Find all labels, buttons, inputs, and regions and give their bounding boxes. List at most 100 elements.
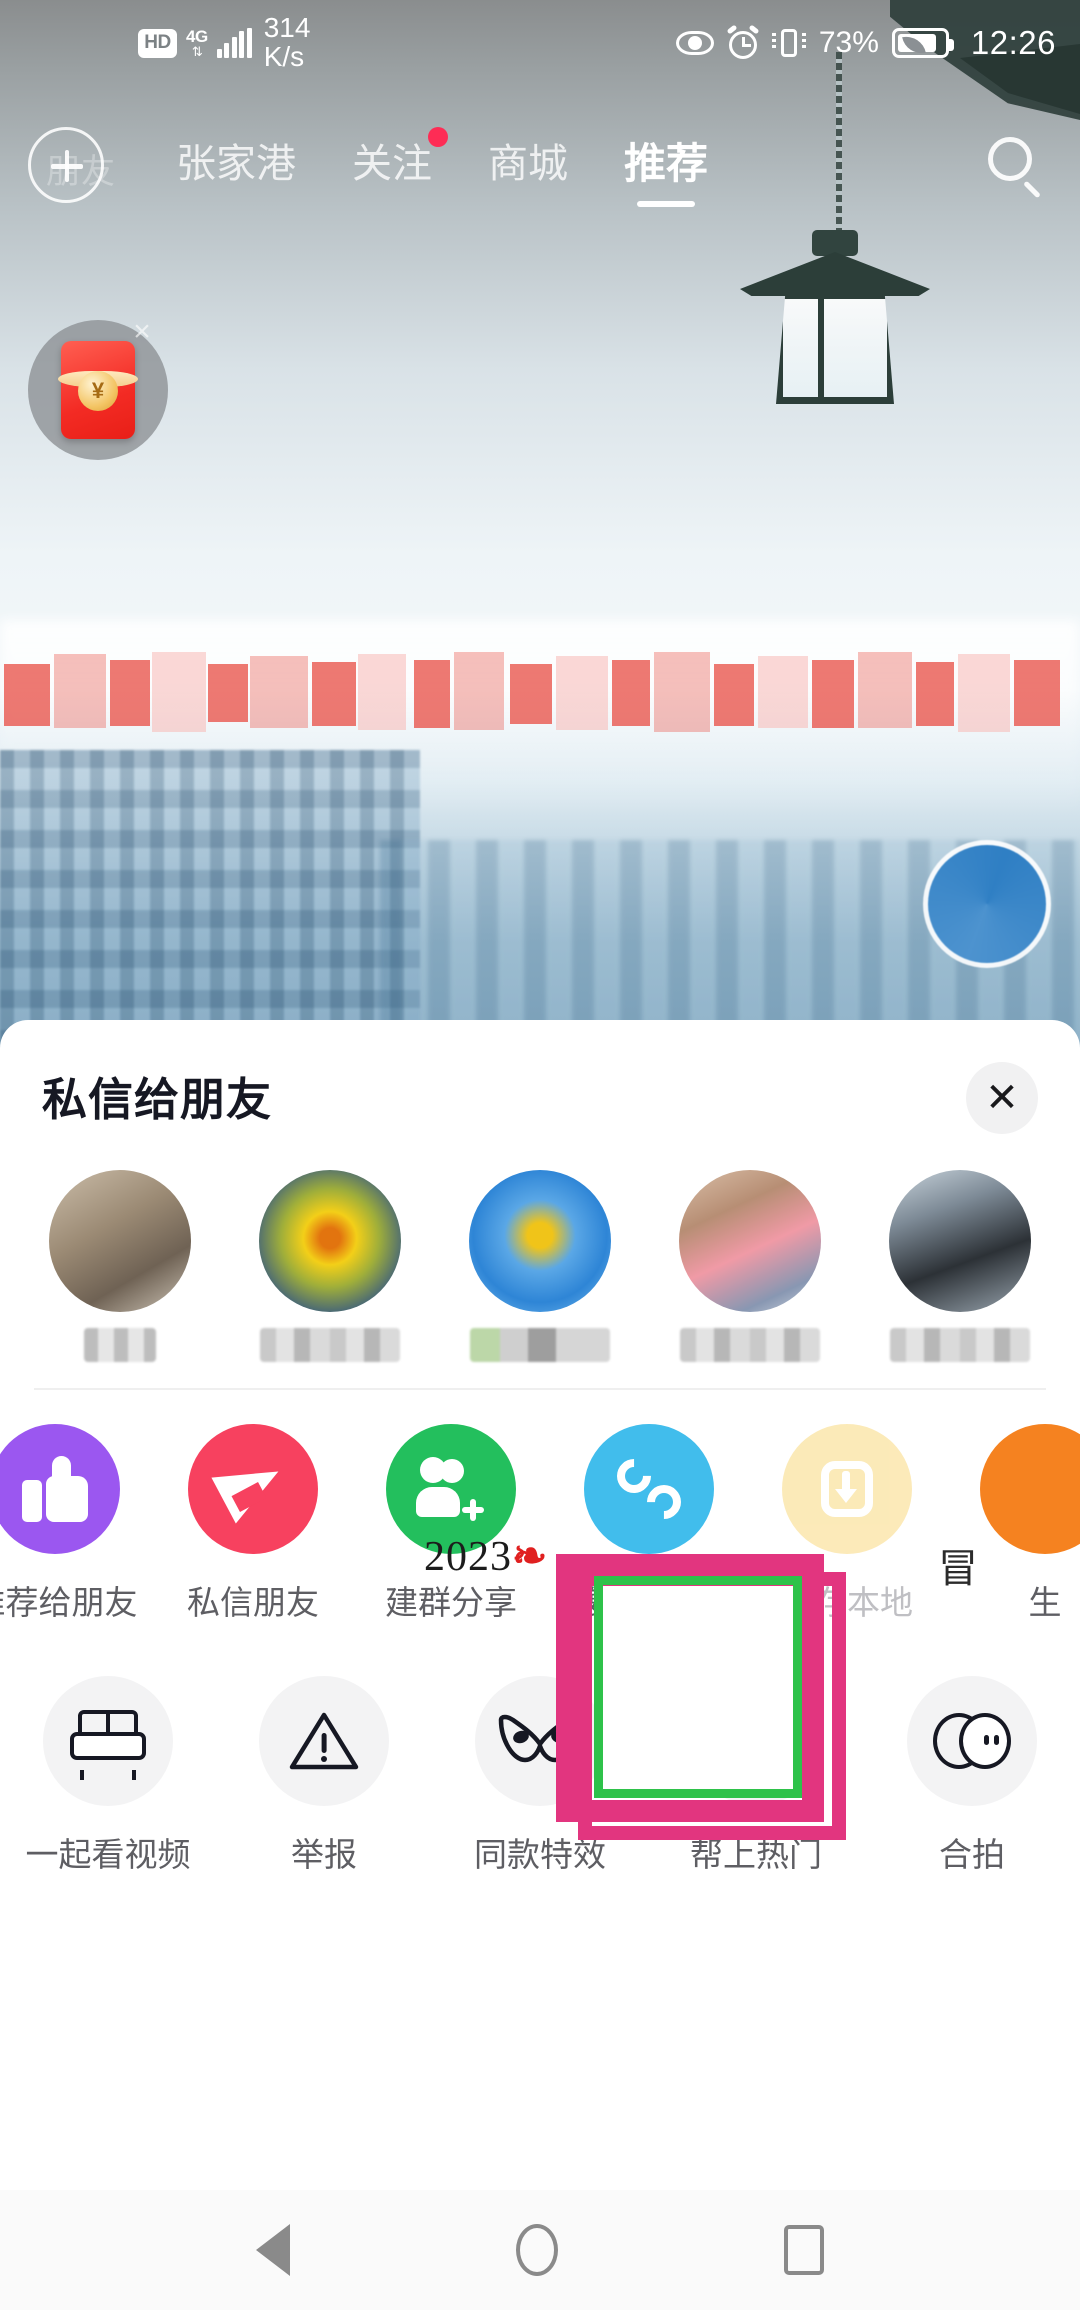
signal-bars-icon xyxy=(216,28,252,58)
friend-name-blurred xyxy=(260,1328,400,1362)
status-bar-right: 73% 12:26 xyxy=(675,24,1056,62)
avatar xyxy=(469,1170,611,1312)
close-icon[interactable]: ✕ xyxy=(966,1062,1038,1134)
action-label: 举报 xyxy=(291,1836,357,1873)
red-packet-close-icon[interactable]: × xyxy=(128,317,156,347)
vibrate-icon xyxy=(771,27,806,59)
action-direct-message[interactable]: 私信朋友 xyxy=(154,1424,352,1624)
action-duet[interactable]: 合拍 xyxy=(864,1676,1080,1876)
tab-mall[interactable]: 商城 xyxy=(488,131,568,199)
generate-icon xyxy=(980,1424,1080,1554)
top-navigation: 朋友 张家港 关注 商城 推荐 xyxy=(0,110,1080,220)
friend-name-blurred xyxy=(84,1328,156,1362)
share-sheet-header: 私信给朋友 ✕ xyxy=(0,1020,1080,1170)
avatar xyxy=(49,1170,191,1312)
action-label: 建群分享 xyxy=(385,1584,517,1621)
tab-label: 关注 xyxy=(352,142,432,186)
speed-value: 314 xyxy=(263,12,311,44)
action-label: 私信朋友 xyxy=(187,1584,319,1621)
home-circle-icon[interactable] xyxy=(516,2224,558,2276)
action-save-local[interactable]: 保存本地 xyxy=(748,1424,946,1624)
battery-icon xyxy=(891,28,954,58)
recents-square-icon[interactable] xyxy=(784,2225,824,2275)
warning-glyph xyxy=(289,1712,359,1770)
action-recommend-to-friend[interactable]: 推荐给朋友 xyxy=(0,1424,154,1624)
action-label: 保存本地 xyxy=(781,1584,913,1621)
search-icon[interactable] xyxy=(988,137,1044,199)
add-icon[interactable] xyxy=(28,127,104,203)
tab-label: 商城 xyxy=(488,142,568,186)
unread-dot-badge xyxy=(428,127,448,147)
action-create-group-share[interactable]: 建群分享 xyxy=(352,1424,550,1624)
warning-icon xyxy=(259,1676,389,1806)
status-bar: HD 4G ⇅ 314 K/s 73% 12:26 xyxy=(0,0,1080,86)
action-label: 合拍 xyxy=(939,1836,1005,1873)
censored-caption-overlay xyxy=(0,630,1080,745)
friend-item[interactable] xyxy=(874,1170,1046,1362)
action-label: 一起看视频 xyxy=(25,1836,191,1873)
friend-item[interactable] xyxy=(34,1170,206,1362)
tab-following[interactable]: 关注 xyxy=(352,127,448,199)
network-label: 4G xyxy=(186,27,208,46)
tab-label: 张家港 xyxy=(176,142,296,186)
speed-unit: K/s xyxy=(263,41,305,72)
share-bottom-sheet: 私信给朋友 ✕ 荐给朋友 私信朋友 建群分享 复制链接 保存本地 生 一起看视频… xyxy=(0,1020,1080,2190)
tab-zhangjiagang[interactable]: 张家港 xyxy=(176,131,296,199)
action-label: 复制链接 xyxy=(583,1584,715,1621)
thumbs-up-icon xyxy=(0,1424,120,1554)
network-arrows: ⇅ xyxy=(191,44,203,59)
action-same-effect[interactable]: 同款特效 xyxy=(432,1676,648,1876)
friend-avatar-row xyxy=(0,1170,1080,1362)
sofa-icon xyxy=(43,1676,173,1806)
nav-tab-list: 张家港 关注 商城 推荐 xyxy=(176,127,709,207)
tab-label: 推荐 xyxy=(624,139,709,187)
author-avatar[interactable] xyxy=(928,845,1046,963)
action-dou-plus[interactable]: DOU+ 帮上热门 xyxy=(648,1676,864,1876)
avatar xyxy=(679,1170,821,1312)
friend-item[interactable] xyxy=(244,1170,416,1362)
duet-icon xyxy=(907,1676,1037,1806)
share-sheet-title: 私信给朋友 xyxy=(42,1073,273,1125)
hanging-lantern xyxy=(740,230,930,410)
action-report[interactable]: 举报 xyxy=(216,1676,432,1876)
friend-name-blurred xyxy=(890,1328,1030,1362)
active-tab-underline xyxy=(637,200,695,207)
close-glyph: ✕ xyxy=(985,1076,1019,1120)
network-type-icon: 4G ⇅ xyxy=(186,28,208,58)
battery-percent: 73% xyxy=(818,26,879,59)
download-icon xyxy=(782,1424,912,1554)
action-generate[interactable]: 生 xyxy=(946,1424,1080,1624)
back-triangle-icon[interactable] xyxy=(256,2224,290,2276)
phone-screen: HD 4G ⇅ 314 K/s 73% 12:26 朋友 张家港 关注 商城 推… xyxy=(0,0,1080,2310)
red-packet-floater[interactable]: ¥ × xyxy=(28,317,168,460)
avatar xyxy=(259,1170,401,1312)
share-actions-row-1: 推荐给朋友 私信朋友 建群分享 复制链接 xyxy=(0,1424,1080,1624)
status-bar-left: HD 4G ⇅ 314 K/s xyxy=(138,14,310,71)
link-icon xyxy=(584,1424,714,1554)
alarm-icon xyxy=(726,24,760,59)
overlay-year-text: 2023 xyxy=(424,1534,512,1580)
system-navigation-bar xyxy=(0,2190,1080,2310)
mask-glyph xyxy=(498,1714,582,1763)
red-envelope-icon: ¥ xyxy=(58,341,138,439)
friend-item[interactable] xyxy=(454,1170,626,1362)
friend-name-blurred xyxy=(470,1328,610,1362)
friend-name-blurred xyxy=(680,1328,820,1362)
action-label: 帮上热门 xyxy=(690,1836,822,1873)
action-label: 推荐给朋友 xyxy=(0,1584,138,1621)
dou-plus-glyph: DOU+ xyxy=(691,1718,821,1764)
action-label: 生 xyxy=(1028,1584,1062,1621)
tab-recommend[interactable]: 推荐 xyxy=(624,130,709,207)
network-speed: 314 K/s xyxy=(264,14,311,71)
dou-plus-icon: DOU+ xyxy=(691,1676,822,1806)
action-label: 同款特效 xyxy=(474,1836,606,1873)
share-actions-row-2: 一起看视频 举报 同款特效 DOU+ 帮上热门 合拍 xyxy=(0,1676,1080,1876)
friend-item[interactable] xyxy=(664,1170,836,1362)
hd-badge-icon: HD xyxy=(138,28,177,58)
action-watch-together[interactable]: 一起看视频 xyxy=(0,1676,216,1876)
avatar xyxy=(889,1170,1031,1312)
video-overlay-year: 2023❧ xyxy=(424,1534,549,1580)
paper-plane-icon xyxy=(188,1424,318,1554)
sheet-divider xyxy=(34,1388,1046,1390)
action-copy-link[interactable]: 复制链接 xyxy=(550,1424,748,1624)
